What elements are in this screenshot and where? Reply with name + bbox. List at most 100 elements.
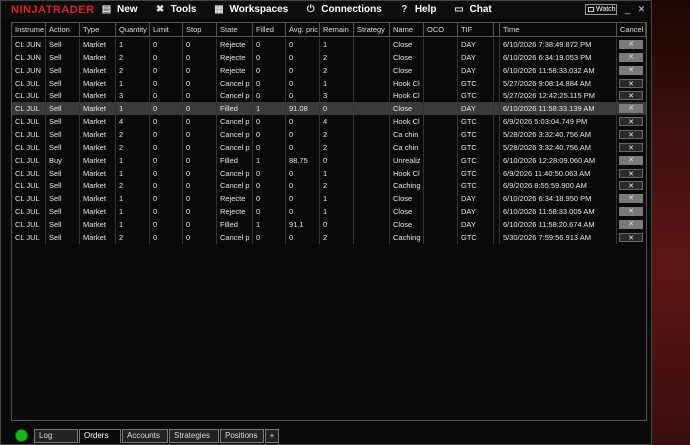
header-col-name[interactable]: Name [390, 23, 424, 37]
cell-avg-price: 0 [286, 115, 320, 129]
plug-icon: ⏻ [306, 4, 315, 15]
watch-button[interactable]: Watch [585, 4, 617, 15]
cancel-order-button[interactable]: ✕ [619, 232, 643, 242]
tab-positions[interactable]: Positions [220, 428, 264, 443]
header-col-strategy[interactable]: Strategy [354, 23, 390, 37]
cancel-order-button[interactable]: ✕ [619, 40, 643, 49]
header-col-state[interactable]: State [217, 23, 253, 37]
header-col-limit[interactable]: Limit [150, 23, 183, 37]
header-col-avg-price[interactable]: Avg. pric [286, 23, 320, 37]
cell-state: Rejecte [217, 38, 253, 51]
tab-orders[interactable]: Orders [79, 428, 121, 443]
cancel-order-button[interactable]: ✕ [619, 194, 643, 204]
cell-remain: 2 [320, 230, 354, 244]
tab-log[interactable]: Log [34, 428, 78, 443]
table-row[interactable]: CL JUL Sell Market 1 0 0 Filled 1 91.1 0 Close DAY 6… [12, 217, 646, 231]
cancel-order-button[interactable]: ✕ [619, 91, 643, 101]
tab-accounts[interactable]: Accounts [122, 428, 168, 443]
tools-icon: ✖ [155, 4, 165, 15]
cancel-order-button[interactable]: ✕ [619, 142, 643, 152]
header-col-type[interactable]: Type [80, 23, 116, 37]
header-col-instrument[interactable]: Instrume [12, 23, 46, 37]
add-tab-button[interactable]: + [265, 428, 279, 443]
cancel-order-button[interactable]: ✕ [619, 129, 643, 139]
header-col-cancel[interactable]: Cancel [617, 23, 646, 37]
cell-tif: DAY [458, 205, 494, 219]
cell-action: Sell [46, 179, 80, 193]
table-row[interactable]: CL JUL Sell Market 1 0 0 Filled 1 91.08 0 Close DAY… [12, 102, 646, 116]
cancel-order-button[interactable]: ✕ [619, 65, 643, 75]
cancel-order-button[interactable]: ✕ [619, 219, 643, 229]
chat-icon: ▭ [454, 4, 464, 15]
header-col-stop[interactable]: Stop [183, 23, 217, 37]
cancel-order-button[interactable]: ✕ [619, 207, 643, 217]
tab-strategies[interactable]: Strategies [169, 428, 219, 443]
menu-help[interactable]: ? Help [399, 4, 436, 15]
cell-tif: GTC [458, 166, 494, 180]
table-row[interactable]: CL JUL Sell Market 1 0 0 Cancel p 0 0 1 Hook Cl GTC… [12, 76, 646, 90]
table-row[interactable]: CL JUL Sell Market 1 0 0 Rejecte 0 0 1 Close DAY 6/1… [12, 192, 646, 206]
close-window-icon[interactable]: ✕ [637, 4, 646, 14]
cell-stop: 0 [183, 179, 217, 193]
cell-instrument: CL JUL [12, 166, 46, 180]
header-col-tif[interactable]: TIF [458, 23, 494, 37]
cell-instrument: CL JUL [12, 179, 46, 193]
table-row[interactable]: CL JUN Sell Market 2 0 0 Rejecte 0 0 2 Close DAY 6/1… [12, 50, 646, 64]
cell-oco [424, 127, 458, 141]
cancel-order-button[interactable]: ✕ [619, 155, 643, 165]
cell-quantity: 1 [116, 166, 150, 180]
table-row[interactable]: CL JUL Sell Market 1 0 0 Cancel p 0 0 1 Hook Cl GTC… [12, 166, 646, 180]
header-col-filled[interactable]: Filled [253, 23, 286, 37]
cell-strategy [354, 38, 390, 51]
cell-name: Close [390, 63, 424, 77]
cell-quantity: 2 [116, 127, 150, 141]
cell-name: Close [390, 102, 424, 116]
cell-time: 6/10/2026 11:58:33.032 AM [500, 63, 617, 77]
header-col-remain[interactable]: Remain [320, 23, 354, 37]
cell-quantity: 1 [116, 192, 150, 206]
cancel-order-button[interactable]: ✕ [619, 168, 643, 178]
menu-document[interactable]: ▤ New [101, 4, 138, 15]
cell-avg-price: 0 [286, 127, 320, 141]
cancel-order-button[interactable]: ✕ [619, 78, 643, 88]
menu-chat[interactable]: ▭ Chat [453, 4, 491, 15]
table-row[interactable]: CL JUL Sell Market 2 0 0 Cancel p 0 0 2 Caching GTC… [12, 179, 646, 193]
cell-filled: 0 [253, 63, 286, 77]
cell-avg-price: 0 [286, 205, 320, 219]
cell-instrument: CL JUN [12, 63, 46, 77]
header-col-time[interactable]: Time [500, 23, 617, 37]
header-col-oco[interactable]: OCO [424, 23, 458, 37]
cancel-order-button[interactable]: ✕ [619, 104, 643, 114]
minimize-icon[interactable]: _ [623, 4, 632, 14]
menu-tools[interactable]: ✖ Tools [155, 4, 197, 15]
header-col-action[interactable]: Action [46, 23, 80, 37]
cell-time: 6/10/2026 11:58:33.139 AM [500, 102, 617, 116]
table-row[interactable]: CL JUN Sell Market 2 0 0 Rejecte 0 0 2 Close DAY 6/1… [12, 63, 646, 77]
cell-state: Cancel p [217, 230, 253, 244]
cell-limit: 0 [150, 205, 183, 219]
menu-label: Workspaces [229, 4, 289, 15]
cancel-order-button[interactable]: ✕ [619, 52, 643, 62]
cell-name: Close [390, 217, 424, 231]
menu-plug[interactable]: ⏻ Connections [305, 4, 382, 15]
table-row[interactable]: CL JUL Sell Market 3 0 0 Cancel p 0 0 3 Hook Cl GTC… [12, 89, 646, 103]
cell-quantity: 2 [116, 50, 150, 64]
cell-time: 6/10/2026 6:34:19.053 PM [500, 50, 617, 64]
table-row[interactable]: CL JUL Sell Market 1 0 0 Rejecte 0 0 1 Close DAY 6/1… [12, 205, 646, 219]
table-row[interactable]: CL JUL Sell Market 4 0 0 Cancel p 0 0 4 Hook Cl GTC… [12, 115, 646, 129]
table-row[interactable]: CL JUL Sell Market 2 0 0 Cancel p 0 0 2 Ca chin GTC… [12, 140, 646, 154]
cell-filled: 0 [253, 50, 286, 64]
table-row[interactable]: CL JUL Buy Market 1 0 0 Filled 1 88.75 0 Unrealiz G… [12, 153, 646, 167]
cell-strategy [354, 127, 390, 141]
cell-remain: 4 [320, 115, 354, 129]
menu-workspaces[interactable]: ▦ Workspaces [214, 4, 289, 15]
cancel-order-button[interactable]: ✕ [619, 117, 643, 127]
table-row[interactable]: CL JUN Sell Market 1 0 0 Rejecte 0 0 1 Close DAY 6/1… [12, 38, 646, 51]
table-row[interactable]: CL JUL Sell Market 2 0 0 Cancel p 0 0 2 Caching GTC… [12, 230, 646, 244]
cancel-order-button[interactable]: ✕ [619, 181, 643, 191]
header-col-quantity[interactable]: Quantity [116, 23, 150, 37]
table-row[interactable]: CL JUL Sell Market 2 0 0 Cancel p 0 0 2 Ca chin GTC… [12, 127, 646, 141]
app-logo: NINJATRADER [11, 3, 95, 16]
cell-state: Rejecte [217, 205, 253, 219]
cell-stop: 0 [183, 89, 217, 103]
